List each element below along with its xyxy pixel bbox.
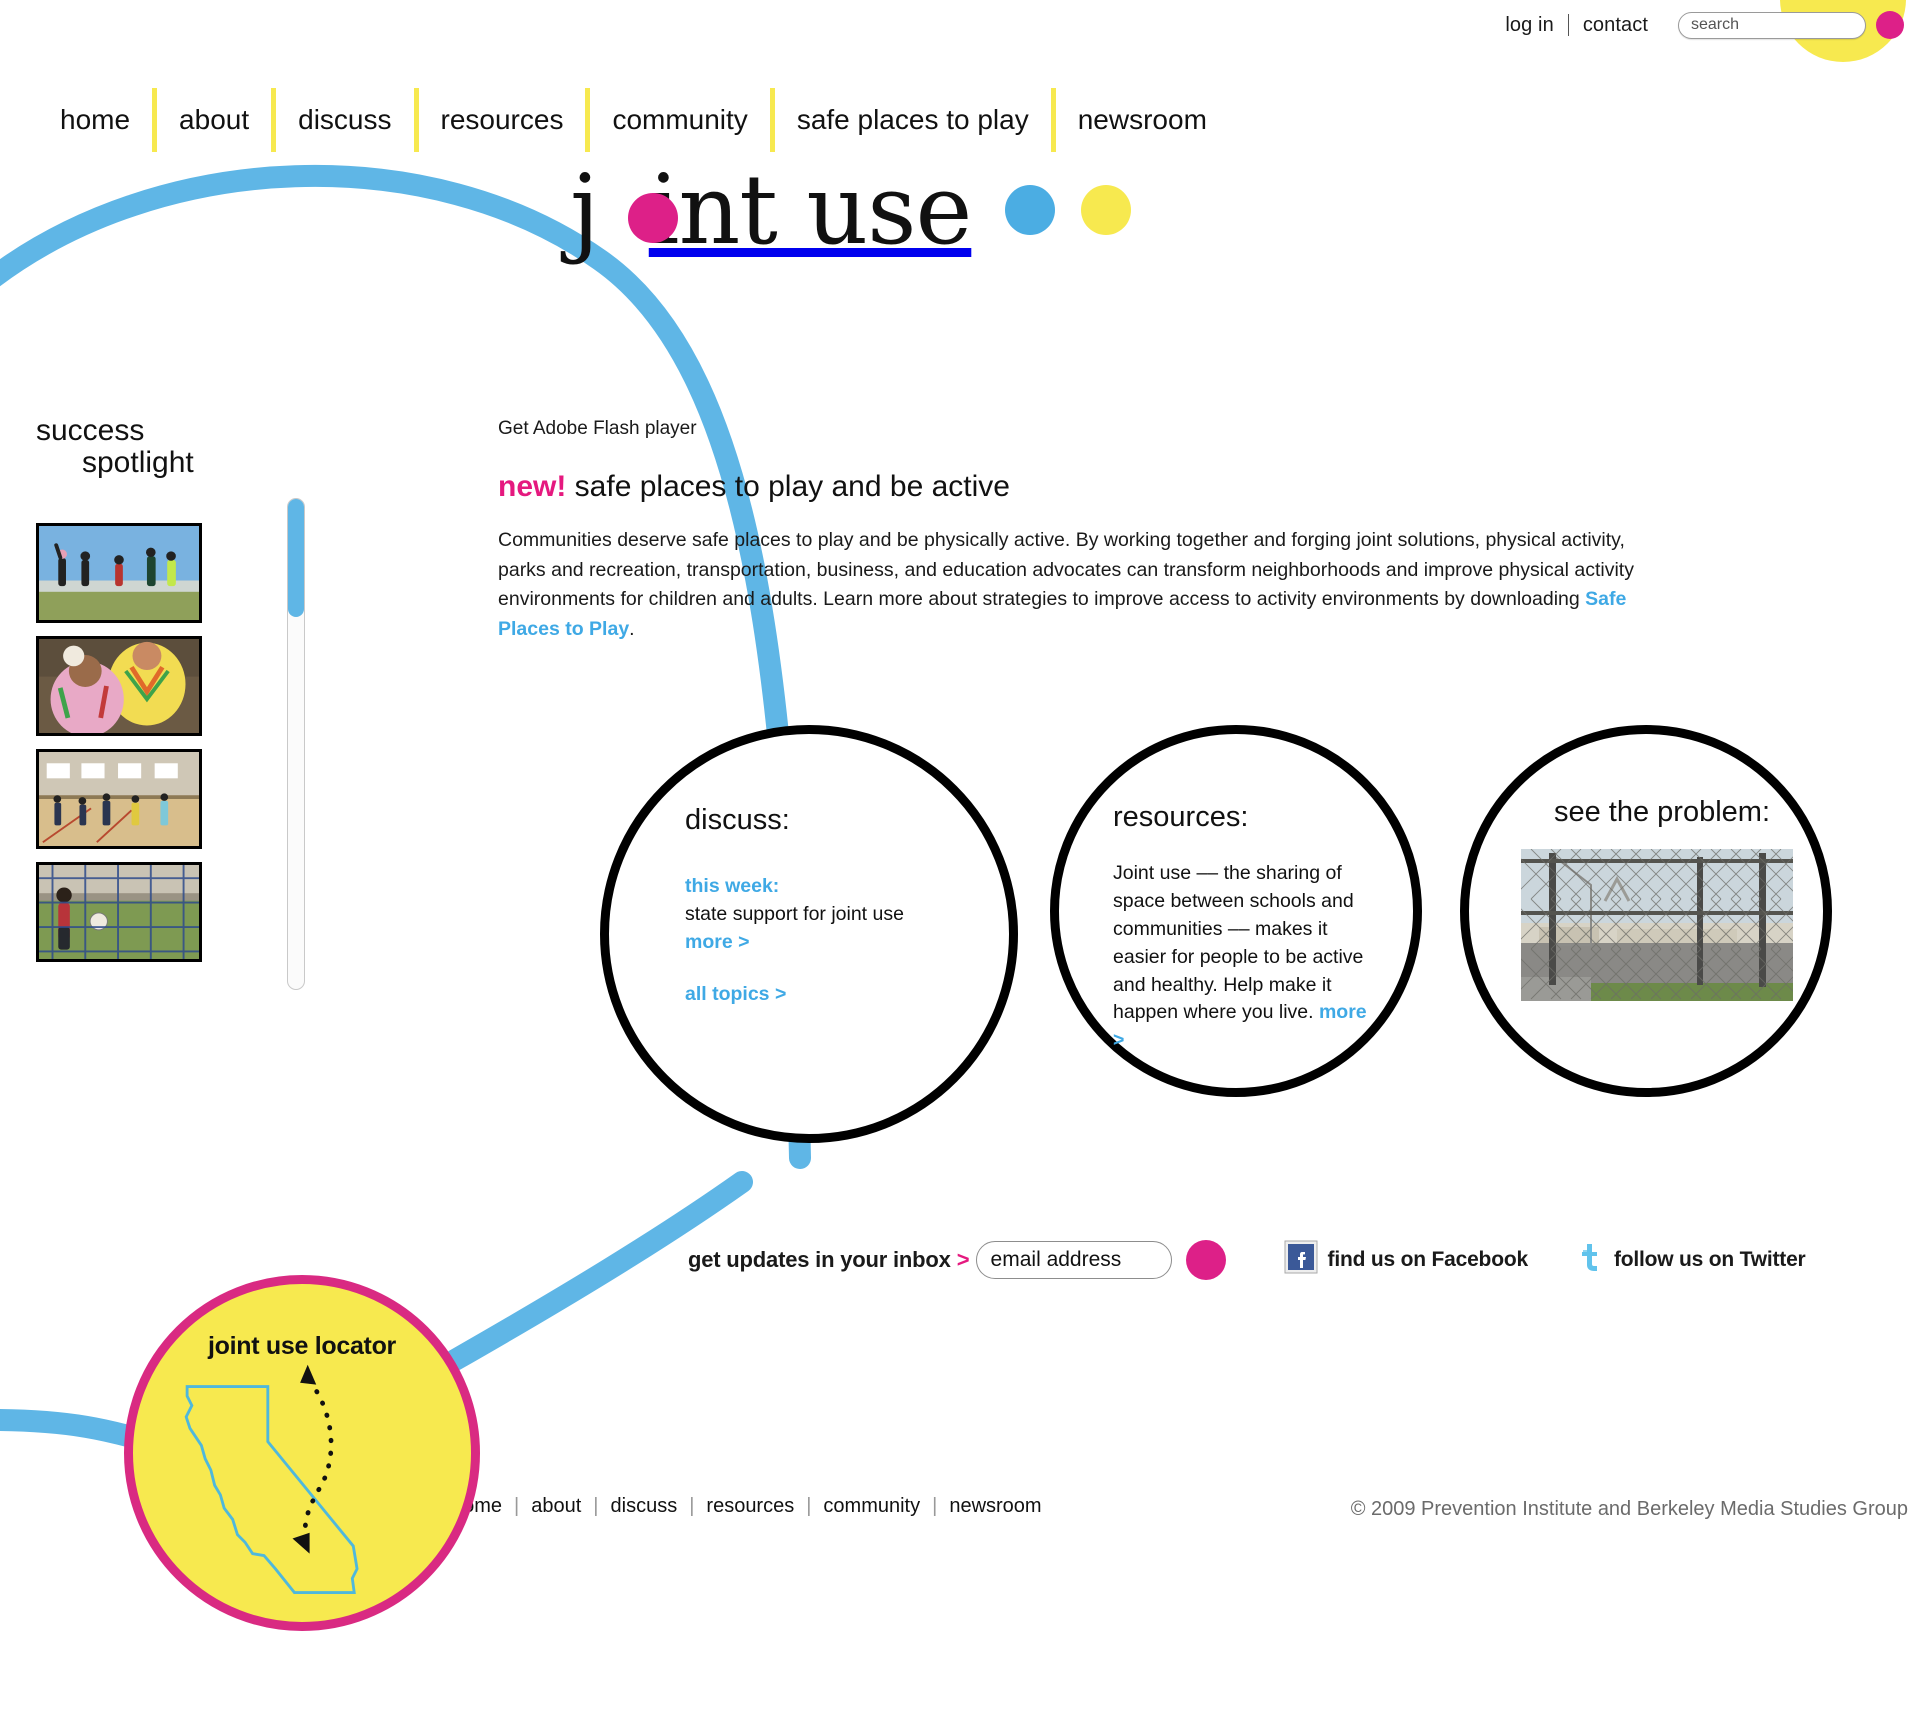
search-input[interactable] <box>1678 11 1866 39</box>
newsletter-label: get updates in your inbox <box>688 1247 951 1272</box>
success-spotlight-panel: success spotlight <box>36 414 296 963</box>
spotlight-scrollbar-thumb[interactable] <box>288 499 304 617</box>
footer-link-about[interactable]: about <box>519 1495 593 1518</box>
newsletter-caret-icon: > <box>956 1247 970 1272</box>
spotlight-thumbnail[interactable] <box>36 636 202 737</box>
twitter-link[interactable]: follow us on Twitter <box>1574 1241 1806 1279</box>
logo-wordmark: j int use <box>570 154 973 266</box>
logo-yellow-dot-icon <box>1081 185 1132 235</box>
spotlight-thumbnail[interactable] <box>36 749 202 850</box>
twitter-icon <box>1574 1241 1604 1279</box>
twitter-label: follow us on Twitter <box>1613 1248 1806 1271</box>
discuss-more-link[interactable]: more > <box>685 931 750 953</box>
discuss-all-topics-link[interactable]: all topics > <box>685 983 975 1006</box>
newsletter-submit-button[interactable] <box>1185 1240 1226 1280</box>
nav-item-community[interactable]: community <box>590 93 769 147</box>
spotlight-thumbnail[interactable] <box>36 523 202 624</box>
problem-bubble-content: see the problem: <box>1517 796 1807 1001</box>
facebook-label: find us on Facebook <box>1327 1248 1529 1271</box>
resources-bubble-content: resources: Joint use –– the sharing of s… <box>1113 801 1381 1055</box>
spotlight-title-line2: spotlight <box>82 446 194 480</box>
footer-link-newsroom[interactable]: newsroom <box>937 1495 1053 1518</box>
feature-body-text: Communities deserve safe places to play … <box>498 526 1668 645</box>
spotlight-thumbnail-list <box>36 523 296 963</box>
copyright-notice: © 2009 Prevention Institute and Berkeley… <box>1350 1498 1908 1520</box>
logo-text-after: int use <box>648 154 973 266</box>
resources-bubble[interactable]: resources: Joint use –– the sharing of s… <box>1050 725 1422 1097</box>
logo-text-before: j <box>570 154 600 266</box>
spotlight-title: success spotlight <box>36 414 296 480</box>
nav-item-about[interactable]: about <box>157 93 271 147</box>
feature-body-tail: . <box>629 617 635 640</box>
main-navigation: home about discuss resources community s… <box>52 88 1229 152</box>
problem-photo-thumbnail[interactable] <box>1521 849 1793 1001</box>
joint-use-locator-circle[interactable]: joint use locator <box>124 1275 480 1631</box>
main-content: Get Adobe Flash player new! safe places … <box>498 418 1678 645</box>
discuss-this-week-label[interactable]: this week: <box>685 873 975 901</box>
feature-heading-text: safe places to play and be active <box>566 470 1010 503</box>
spotlight-title-line1: success <box>36 414 145 447</box>
resources-bubble-copy: Joint use –– the sharing of space betwee… <box>1113 862 1364 1024</box>
nav-item-safe-places-to-play[interactable]: safe places to play <box>775 93 1051 147</box>
email-input[interactable] <box>975 1241 1172 1279</box>
california-outline-icon <box>184 1385 359 1594</box>
new-badge: new! <box>498 470 567 503</box>
problem-bubble-title: see the problem: <box>1553 796 1770 828</box>
discuss-this-week-block: this week: state support for joint use m… <box>685 873 975 957</box>
utility-bar: log in contact <box>1491 8 1904 42</box>
footer-link-community[interactable]: community <box>811 1495 932 1518</box>
footer-navigation: home | about | discuss | resources | com… <box>440 1495 1054 1518</box>
logo-blue-dot-icon <box>1005 185 1056 235</box>
resources-bubble-title: resources: <box>1113 801 1249 833</box>
facebook-icon <box>1284 1240 1318 1280</box>
resources-bubble-text-block: Joint use –– the sharing of space betwee… <box>1113 860 1381 1055</box>
dotted-arrow-icon <box>292 1364 334 1554</box>
search-submit-button[interactable] <box>1876 11 1904 39</box>
nav-item-discuss[interactable]: discuss <box>276 93 413 147</box>
logo-magenta-dot-icon <box>628 193 678 243</box>
discuss-topic-text: state support for joint use <box>685 902 904 925</box>
nav-item-newsroom[interactable]: newsroom <box>1056 93 1229 147</box>
footer-link-resources[interactable]: resources <box>694 1495 806 1518</box>
feature-heading: new! safe places to play and be active <box>498 470 1678 504</box>
footer-link-discuss[interactable]: discuss <box>599 1495 690 1518</box>
discuss-bubble-title: discuss: <box>685 804 790 836</box>
discuss-bubble[interactable]: discuss: this week: state support for jo… <box>600 725 1018 1143</box>
flash-player-notice: Get Adobe Flash player <box>498 418 697 439</box>
nav-item-resources[interactable]: resources <box>419 93 586 147</box>
see-the-problem-bubble[interactable]: see the problem: <box>1460 725 1832 1097</box>
login-link[interactable]: log in <box>1491 8 1567 42</box>
newsletter-and-social-row: get updates in your inbox > find us on F… <box>688 1238 1806 1282</box>
spotlight-thumbnail[interactable] <box>36 862 202 963</box>
site-logo[interactable]: j int use <box>570 152 1132 268</box>
spotlight-scrollbar-track[interactable] <box>287 498 305 990</box>
feature-body-copy: Communities deserve safe places to play … <box>498 529 1634 611</box>
discuss-bubble-content: discuss: this week: state support for jo… <box>685 804 975 1006</box>
facebook-link[interactable]: find us on Facebook <box>1284 1240 1528 1280</box>
locator-artwork <box>184 1364 359 1594</box>
nav-item-home[interactable]: home <box>52 93 152 147</box>
contact-link[interactable]: contact <box>1569 8 1662 42</box>
